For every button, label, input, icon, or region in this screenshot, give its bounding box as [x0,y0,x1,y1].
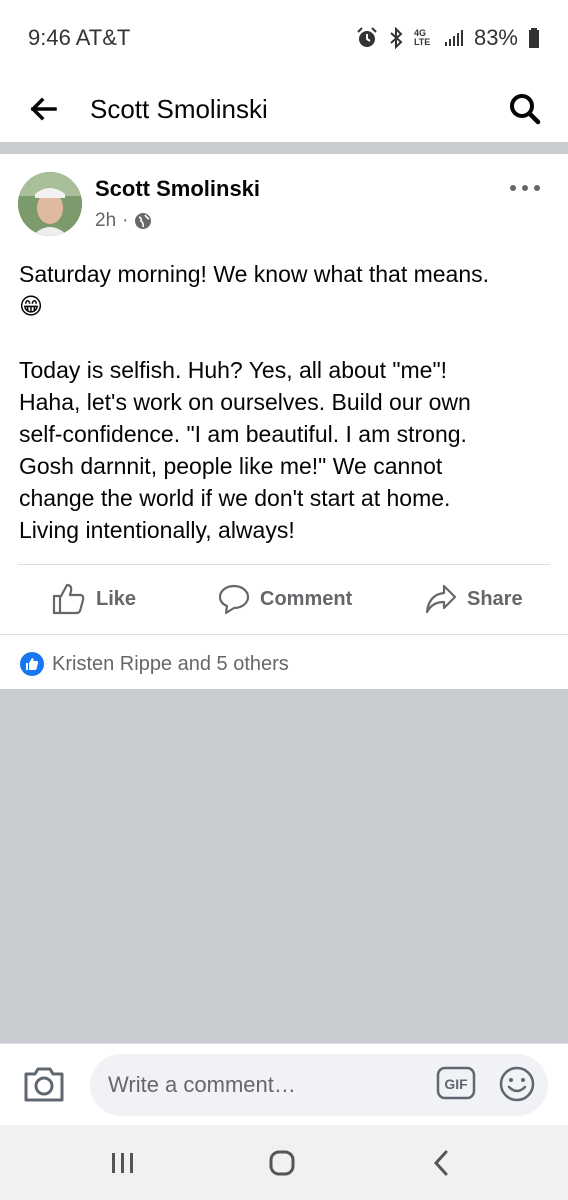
camera-icon [24,1067,64,1102]
post-line: Saturday morning! We know what that mean… [19,261,490,287]
comment-placeholder: Write a comment… [108,1072,296,1097]
system-nav-bar [0,1125,568,1200]
network-label: 4G LTE [413,28,431,47]
post-line: Haha, let's work on ourselves. Build our… [19,389,471,415]
status-icons: 4G LTE 83% [356,25,540,51]
gif-label: GIF [444,1076,468,1092]
post-text: Saturday morning! We know what that mean… [19,258,549,546]
comment-input[interactable]: Write a comment… [90,1054,548,1116]
thumbs-up-icon [52,583,85,615]
bluetooth-icon [390,27,403,49]
share-button[interactable]: Share [425,584,523,614]
emoji-line: 😁 [19,290,549,322]
emoji-button[interactable] [497,1064,537,1104]
dot-icon [522,185,528,191]
post-time[interactable]: 2h [95,210,116,232]
comment-button[interactable]: Comment [218,583,352,615]
post-actions: Like Comment Share [0,565,568,633]
post-line: Today is selfish. Huh? Yes, all about "m… [19,357,448,383]
status-time: 9:46 AT&T [28,25,131,50]
back-nav-button[interactable] [421,1147,461,1179]
profile-photo [18,172,82,236]
search-icon [510,94,541,125]
dot-icon [534,185,540,191]
battery-icon [529,28,539,48]
battery-percent: 83% [473,25,518,50]
like-label: Like [96,587,137,610]
grinning-emoji-icon: 😁 [19,293,43,319]
smiley-icon [499,1066,535,1102]
comment-icon [218,584,250,615]
post-line: change the world if we don't start at ho… [19,485,451,511]
recent-apps-button[interactable] [103,1147,143,1179]
arrow-left-icon [30,97,57,121]
gif-button[interactable]: GIF [436,1064,476,1102]
post-meta: 2h · [95,210,152,232]
status-bar: 9:46 AT&T 4G LTE 83% [0,0,568,76]
app-bar: Scott Smolinski [0,76,568,142]
back-button[interactable] [22,88,64,130]
gif-icon: GIF [436,1066,476,1100]
globe-icon [135,213,152,229]
reactions-text: Kristen Rippe and 5 others [52,652,289,675]
comment-label: Comment [260,587,353,610]
page-title: Scott Smolinski [90,93,268,124]
post-line: Gosh darnnit, people like me!" We cannot [19,453,443,479]
post-line: Living intentionally, always! [19,517,295,543]
more-options-button[interactable] [510,178,540,198]
dot-icon [510,185,516,191]
post-line: self-confidence. "I am beautiful. I am s… [19,421,467,447]
post-header: Scott Smolinski 2h · [0,154,568,254]
like-reaction-icon [20,652,44,676]
meta-separator: · [122,210,129,231]
share-icon [425,584,457,614]
search-button[interactable] [504,88,546,130]
chevron-left-icon [433,1150,448,1176]
camera-button[interactable] [22,1064,66,1106]
avatar[interactable] [18,172,82,236]
recent-apps-icon [112,1153,133,1173]
signal-icon [444,30,463,46]
reactions-summary[interactable]: Kristen Rippe and 5 others [20,652,289,676]
home-icon [269,1150,295,1176]
reactions-divider [0,634,568,635]
post-author[interactable]: Scott Smolinski [95,176,260,202]
home-button[interactable] [262,1147,302,1179]
section-divider [0,142,568,154]
like-button[interactable]: Like [52,583,136,615]
alarm-icon [357,27,377,47]
comments-area [0,689,568,1043]
comment-composer: Write a comment… [0,1043,568,1125]
share-label: Share [467,587,523,610]
